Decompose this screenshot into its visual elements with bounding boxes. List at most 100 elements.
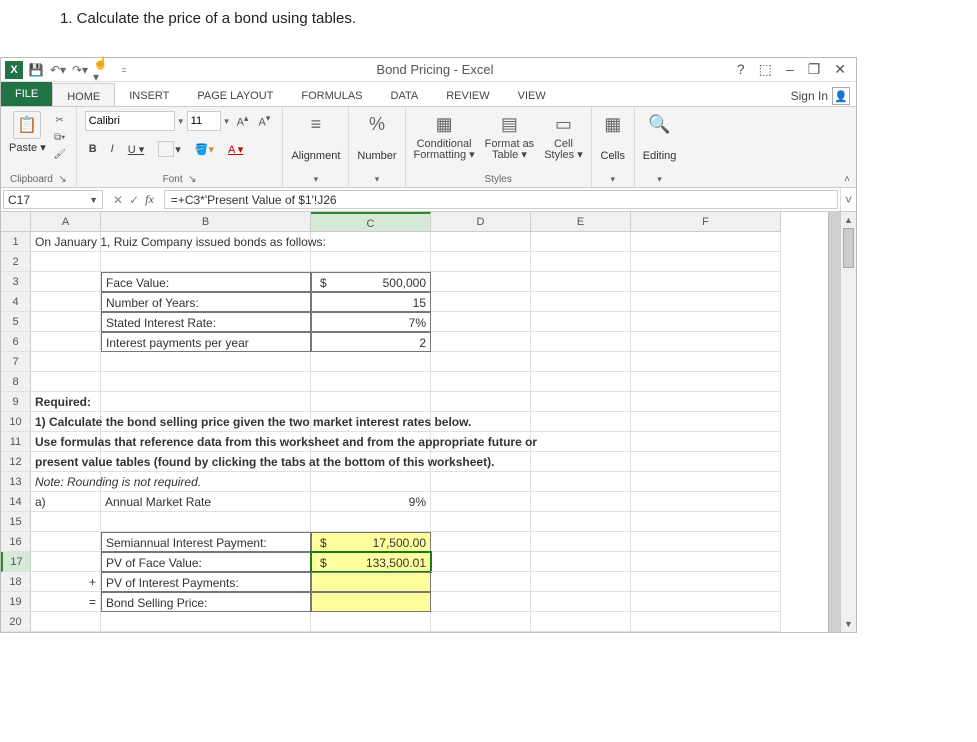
cell-D9[interactable] bbox=[431, 392, 531, 412]
cell-F2[interactable] bbox=[631, 252, 781, 272]
cell-F12[interactable] bbox=[631, 452, 781, 472]
cell-D2[interactable] bbox=[431, 252, 531, 272]
cell-F5[interactable] bbox=[631, 312, 781, 332]
cell-F1[interactable] bbox=[631, 232, 781, 252]
font-name-select[interactable] bbox=[85, 111, 175, 131]
row-header-8[interactable]: 8 bbox=[1, 372, 31, 392]
row-header-17[interactable]: 17 bbox=[1, 552, 31, 572]
fill-color-button[interactable]: 🪣▾ bbox=[191, 141, 218, 158]
tab-file[interactable]: FILE bbox=[1, 82, 52, 106]
cell-C18[interactable] bbox=[311, 572, 431, 592]
close-icon[interactable]: ✕ bbox=[834, 61, 846, 78]
sign-in[interactable]: Sign In 👤 bbox=[791, 82, 856, 106]
row-header-6[interactable]: 6 bbox=[1, 332, 31, 352]
cell-D5[interactable] bbox=[431, 312, 531, 332]
cell-D13[interactable] bbox=[431, 472, 531, 492]
name-box[interactable]: C17▼ bbox=[3, 190, 103, 209]
cell-D14[interactable] bbox=[431, 492, 531, 512]
row-header-3[interactable]: 3 bbox=[1, 272, 31, 292]
row-header-2[interactable]: 2 bbox=[1, 252, 31, 272]
cell-F14[interactable] bbox=[631, 492, 781, 512]
cell-F8[interactable] bbox=[631, 372, 781, 392]
cell-B16[interactable]: Semiannual Interest Payment: bbox=[101, 532, 311, 552]
cell-F9[interactable] bbox=[631, 392, 781, 412]
cell-A10[interactable]: 1) Calculate the bond selling price give… bbox=[31, 412, 101, 432]
cell-D18[interactable] bbox=[431, 572, 531, 592]
cell-B9[interactable] bbox=[101, 392, 311, 412]
cell-F19[interactable] bbox=[631, 592, 781, 612]
cell-D8[interactable] bbox=[431, 372, 531, 392]
cell-C9[interactable] bbox=[311, 392, 431, 412]
cell-D4[interactable] bbox=[431, 292, 531, 312]
tab-home[interactable]: HOME bbox=[52, 83, 115, 107]
fx-icon[interactable]: fx bbox=[145, 192, 154, 207]
cell-A6[interactable] bbox=[31, 332, 101, 352]
select-all-corner[interactable] bbox=[1, 212, 31, 232]
format-as-table-button[interactable]: ▤ Format asTable ▾ bbox=[485, 111, 535, 161]
collapse-ribbon-icon[interactable]: ˄ bbox=[844, 174, 850, 185]
cell-C17[interactable]: $133,500.01 bbox=[311, 552, 431, 572]
cell-E1[interactable] bbox=[531, 232, 631, 252]
cell-F4[interactable] bbox=[631, 292, 781, 312]
row-header-14[interactable]: 14 bbox=[1, 492, 31, 512]
cell-A3[interactable] bbox=[31, 272, 101, 292]
col-header-A[interactable]: A bbox=[31, 212, 101, 232]
cell-D7[interactable] bbox=[431, 352, 531, 372]
undo-icon[interactable]: ↶▾ bbox=[49, 61, 67, 79]
row-header-5[interactable]: 5 bbox=[1, 312, 31, 332]
cell-B4[interactable]: Number of Years: bbox=[101, 292, 311, 312]
cell-E7[interactable] bbox=[531, 352, 631, 372]
qat-customize-icon[interactable]: = bbox=[115, 61, 133, 79]
alignment-icon[interactable]: ≡ bbox=[303, 111, 329, 137]
paste-icon[interactable]: 📋 bbox=[13, 111, 41, 139]
cell-B8[interactable] bbox=[101, 372, 311, 392]
row-header-1[interactable]: 1 bbox=[1, 232, 31, 252]
touch-mode-icon[interactable]: ☝▾ bbox=[93, 61, 111, 79]
cell-A7[interactable] bbox=[31, 352, 101, 372]
cell-styles-button[interactable]: ▭ CellStyles ▾ bbox=[544, 111, 583, 161]
ribbon-display-icon[interactable]: ⬚ bbox=[759, 61, 772, 78]
cell-E14[interactable] bbox=[531, 492, 631, 512]
col-header-C[interactable]: C bbox=[311, 212, 431, 232]
cell-C2[interactable] bbox=[311, 252, 431, 272]
col-header-F[interactable]: F bbox=[631, 212, 781, 232]
cell-F18[interactable] bbox=[631, 572, 781, 592]
cell-E17[interactable] bbox=[531, 552, 631, 572]
cell-B5[interactable]: Stated Interest Rate: bbox=[101, 312, 311, 332]
cell-A1[interactable]: On January 1, Ruiz Company issued bonds … bbox=[31, 232, 101, 252]
tab-view[interactable]: VIEW bbox=[504, 82, 560, 106]
cell-B3[interactable]: Face Value: bbox=[101, 272, 311, 292]
cell-C19[interactable] bbox=[311, 592, 431, 612]
cell-F7[interactable] bbox=[631, 352, 781, 372]
cell-C16[interactable]: $17,500.00 bbox=[311, 532, 431, 552]
cell-A18[interactable]: + bbox=[31, 572, 101, 592]
help-icon[interactable]: ? bbox=[737, 61, 745, 78]
underline-button[interactable]: U ▾ bbox=[124, 141, 149, 158]
cell-C4[interactable]: 15 bbox=[311, 292, 431, 312]
cancel-formula-icon[interactable]: ✕ bbox=[113, 193, 123, 207]
vertical-scrollbar[interactable]: ▲ ▼ bbox=[840, 212, 856, 632]
font-size-select[interactable] bbox=[187, 111, 221, 131]
cell-B18[interactable]: PV of Interest Payments: bbox=[101, 572, 311, 592]
group-editing[interactable]: 🔍 Editing ▾ bbox=[635, 107, 685, 187]
cell-E19[interactable] bbox=[531, 592, 631, 612]
cell-A17[interactable] bbox=[31, 552, 101, 572]
cell-B15[interactable] bbox=[101, 512, 311, 532]
row-header-11[interactable]: 11 bbox=[1, 432, 31, 452]
save-icon[interactable]: 💾 bbox=[27, 61, 45, 79]
format-painter-icon[interactable]: 🖌 bbox=[52, 147, 68, 161]
minimize-icon[interactable]: – bbox=[786, 61, 794, 78]
bold-button[interactable]: B bbox=[85, 141, 101, 157]
decrease-font-icon[interactable]: A▾ bbox=[255, 111, 275, 131]
italic-button[interactable]: I bbox=[107, 141, 118, 157]
tab-page-layout[interactable]: PAGE LAYOUT bbox=[183, 82, 287, 106]
cell-D1[interactable] bbox=[431, 232, 531, 252]
cell-C6[interactable]: 2 bbox=[311, 332, 431, 352]
cell-E6[interactable] bbox=[531, 332, 631, 352]
cell-A4[interactable] bbox=[31, 292, 101, 312]
row-header-4[interactable]: 4 bbox=[1, 292, 31, 312]
cell-E12[interactable] bbox=[531, 452, 631, 472]
row-header-16[interactable]: 16 bbox=[1, 532, 31, 552]
cell-D6[interactable] bbox=[431, 332, 531, 352]
cell-B2[interactable] bbox=[101, 252, 311, 272]
